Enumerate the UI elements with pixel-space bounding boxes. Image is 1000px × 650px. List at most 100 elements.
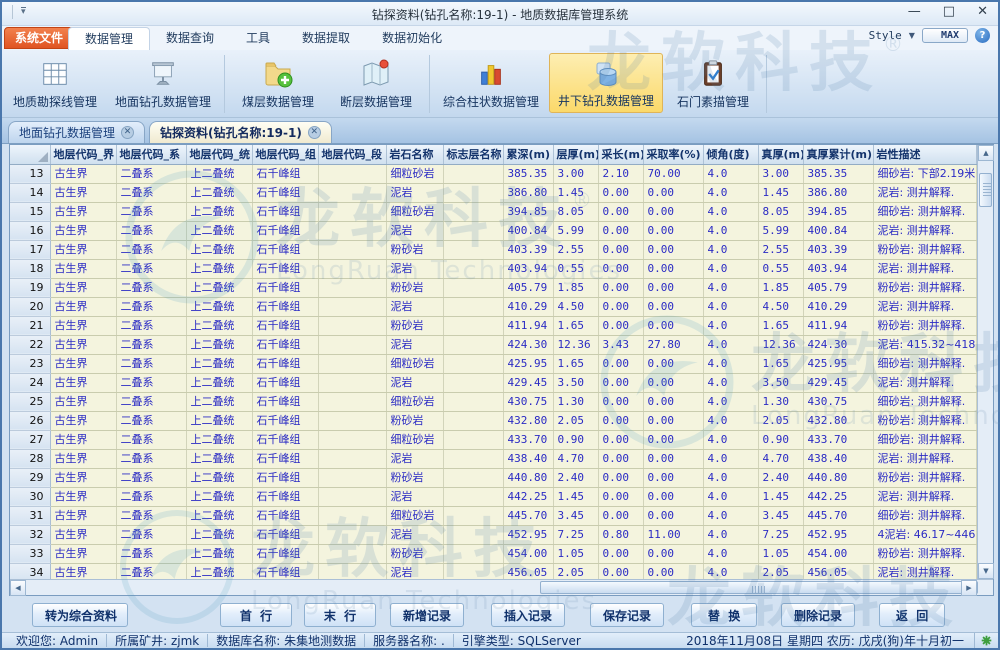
cell[interactable]: 429.45	[503, 373, 553, 392]
cell[interactable]: 4.0	[703, 487, 758, 506]
cell[interactable]: 古生界	[50, 544, 116, 563]
cell[interactable]: 403.39	[803, 240, 873, 259]
system-file-button[interactable]: 系统文件	[4, 27, 74, 49]
col-header[interactable]: 倾角(度)	[703, 145, 758, 164]
cell[interactable]: 泥岩: 测井解释.	[873, 221, 977, 240]
cell[interactable]: 二叠系	[116, 392, 186, 411]
row-number-cell[interactable]: 13	[10, 164, 50, 183]
cell[interactable]: 细砂岩: 测井解释.	[873, 354, 977, 373]
col-header[interactable]: 真厚(m)	[758, 145, 803, 164]
cell[interactable]: 石千峰组	[252, 297, 318, 316]
cell[interactable]: 400.84	[803, 221, 873, 240]
cell[interactable]: 0.00	[643, 297, 703, 316]
cell[interactable]	[318, 202, 386, 221]
horizontal-scrollbar[interactable]: ◀ ▶	[10, 579, 993, 595]
scroll-up-icon[interactable]: ▲	[978, 145, 994, 161]
cell[interactable]: 粉砂岩: 测井解释.	[873, 544, 977, 563]
cell[interactable]: 泥岩	[386, 221, 443, 240]
cell[interactable]: 0.00	[643, 449, 703, 468]
scroll-down-icon[interactable]: ▼	[978, 563, 994, 579]
cell[interactable]: 4.0	[703, 563, 758, 579]
cell[interactable]: 上二叠统	[186, 240, 252, 259]
row-number-cell[interactable]: 15	[10, 202, 50, 221]
cell[interactable]: 4.0	[703, 164, 758, 183]
doc-tab-drilling-data[interactable]: 钻探资料(钻孔名称:19-1) ✕	[149, 121, 332, 143]
insert-record-button[interactable]: 插入记录	[491, 603, 565, 627]
cell[interactable]: 3.50	[758, 373, 803, 392]
cell[interactable]	[318, 316, 386, 335]
cell[interactable]: 405.79	[503, 278, 553, 297]
cell[interactable]: 二叠系	[116, 316, 186, 335]
cell[interactable]: 石千峰组	[252, 221, 318, 240]
cell[interactable]: 0.80	[598, 525, 643, 544]
row-number-cell[interactable]: 20	[10, 297, 50, 316]
cell[interactable]: 4.50	[758, 297, 803, 316]
close-icon[interactable]: ✕	[308, 126, 321, 139]
cell[interactable]: 泥岩	[386, 525, 443, 544]
ribbon-tab-tools[interactable]: 工具	[230, 27, 286, 50]
cell[interactable]: 0.00	[598, 430, 643, 449]
cell[interactable]: 细砂岩: 测井解释.	[873, 430, 977, 449]
cell[interactable]: 2.40	[553, 468, 598, 487]
cell[interactable]: 1.05	[758, 544, 803, 563]
cell[interactable]: 泥岩	[386, 335, 443, 354]
cell[interactable]: 7.25	[758, 525, 803, 544]
row-number-cell[interactable]: 28	[10, 449, 50, 468]
cell[interactable]: 0.00	[643, 373, 703, 392]
style-dropdown[interactable]: Style	[869, 29, 902, 42]
cell[interactable]: 二叠系	[116, 183, 186, 202]
close-button[interactable]: ✕	[977, 4, 988, 19]
cell[interactable]: 0.00	[643, 392, 703, 411]
cell[interactable]	[318, 563, 386, 579]
ribbon-tab-data-extract[interactable]: 数据提取	[286, 27, 366, 50]
cell[interactable]: 上二叠统	[186, 297, 252, 316]
cell[interactable]	[443, 183, 503, 202]
ribbon-button-exploration-line[interactable]: 地质勘探线管理	[5, 53, 105, 113]
cell[interactable]: 细粒砂岩	[386, 392, 443, 411]
cell[interactable]: 456.05	[803, 563, 873, 579]
cell[interactable]: 石千峰组	[252, 563, 318, 579]
row-number-cell[interactable]: 22	[10, 335, 50, 354]
vertical-scrollbar[interactable]: ▲ ▼	[977, 145, 993, 579]
row-number-cell[interactable]: 29	[10, 468, 50, 487]
cell[interactable]: 二叠系	[116, 164, 186, 183]
cell[interactable]: 0.00	[598, 354, 643, 373]
cell[interactable]: 上二叠统	[186, 392, 252, 411]
cell[interactable]: 古生界	[50, 373, 116, 392]
cell[interactable]: 泥岩	[386, 563, 443, 579]
cell[interactable]: 1.85	[553, 278, 598, 297]
cell[interactable]	[318, 449, 386, 468]
cell[interactable]: 4.0	[703, 392, 758, 411]
cell[interactable]: 425.95	[803, 354, 873, 373]
cell[interactable]: 上二叠统	[186, 411, 252, 430]
cell[interactable]: 古生界	[50, 240, 116, 259]
cell[interactable]: 二叠系	[116, 544, 186, 563]
horizontal-scroll-thumb[interactable]	[540, 581, 978, 594]
cell[interactable]: 4.0	[703, 373, 758, 392]
cell[interactable]: 454.00	[803, 544, 873, 563]
cell[interactable]: 石千峰组	[252, 183, 318, 202]
cell[interactable]: 0.55	[758, 259, 803, 278]
cell[interactable]: 438.40	[503, 449, 553, 468]
cell[interactable]: 2.05	[553, 411, 598, 430]
cell[interactable]	[443, 335, 503, 354]
cell[interactable]: 4.0	[703, 240, 758, 259]
cell[interactable]: 石千峰组	[252, 259, 318, 278]
cell[interactable]: 泥岩: 测井解释.	[873, 183, 977, 202]
cell[interactable]: 粉砂岩: 测井解释.	[873, 316, 977, 335]
col-header[interactable]: 采长(m)	[598, 145, 643, 164]
table-row[interactable]: 23 古生界 二叠系 上二叠统 石千峰组 细粒砂岩 425.95 1.65 0.…	[10, 354, 977, 373]
cell[interactable]: 0.90	[758, 430, 803, 449]
col-header[interactable]: 岩石名称	[386, 145, 443, 164]
cell[interactable]	[443, 468, 503, 487]
cell[interactable]: 1.65	[758, 354, 803, 373]
cell[interactable]: 上二叠统	[186, 278, 252, 297]
cell[interactable]	[318, 259, 386, 278]
row-number-cell[interactable]: 27	[10, 430, 50, 449]
table-row[interactable]: 26 古生界 二叠系 上二叠统 石千峰组 粉砂岩 432.80 2.05 0.0…	[10, 411, 977, 430]
col-header[interactable]: 累深(m)	[503, 145, 553, 164]
help-icon[interactable]: ?	[975, 28, 990, 43]
cell[interactable]: 12.36	[758, 335, 803, 354]
col-header[interactable]: 采取率(%)	[643, 145, 703, 164]
cell[interactable]: 4.0	[703, 449, 758, 468]
